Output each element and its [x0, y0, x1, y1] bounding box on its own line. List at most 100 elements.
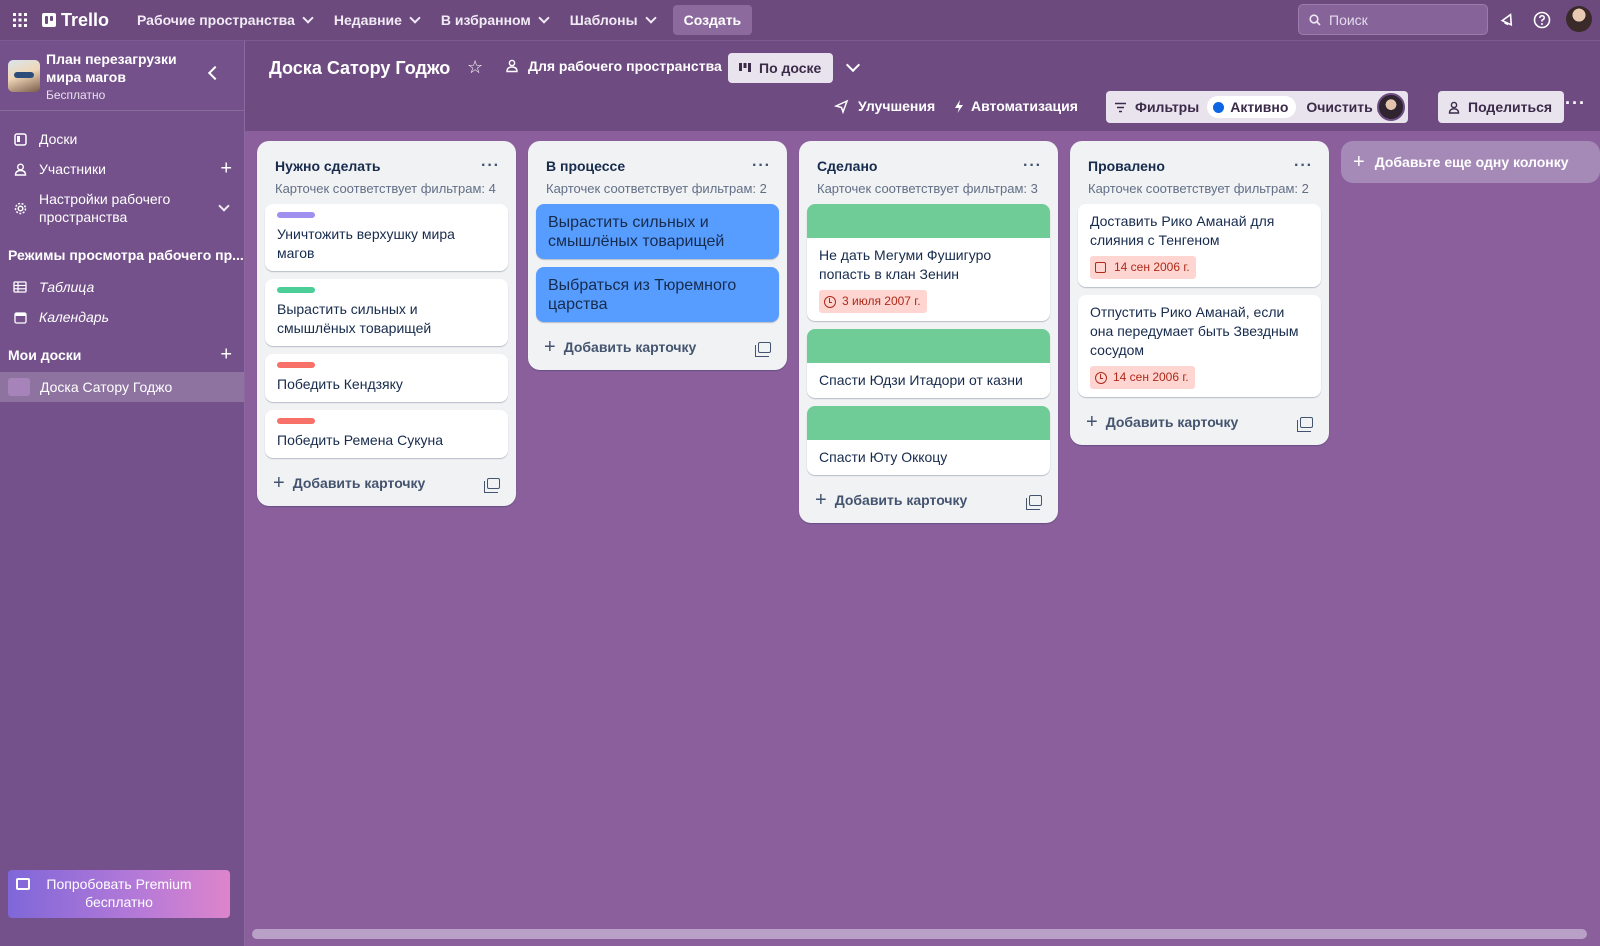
chevron-down-icon[interactable]	[845, 57, 861, 73]
due-date-badge[interactable]: 14 сен 2006 г.	[1090, 256, 1196, 279]
nav-recent[interactable]: Недавние	[324, 6, 429, 34]
card-template-icon[interactable]	[1297, 416, 1313, 432]
board-title[interactable]: Доска Сатору Годжо	[269, 58, 450, 79]
account-avatar[interactable]	[1566, 6, 1592, 32]
list-title[interactable]: Провалено	[1088, 158, 1165, 174]
card[interactable]: Победить Кендзяку	[265, 354, 508, 402]
list-menu-icon[interactable]: ···	[481, 157, 500, 175]
board-view-button[interactable]: По доске	[728, 53, 834, 83]
card[interactable]: Вырастить сильных и смышлёных товарищей	[536, 204, 779, 259]
collapse-sidebar-icon[interactable]	[207, 65, 223, 81]
card[interactable]: Спасти Юдзи Итадори от казни	[807, 329, 1050, 398]
card-title: Выбраться из Тюремного царства	[548, 277, 737, 313]
automation-button[interactable]: Автоматизация	[953, 91, 1078, 121]
list-title[interactable]: В процессе	[546, 158, 625, 174]
list-title[interactable]: Нужно сделать	[275, 158, 381, 174]
people-icon	[506, 59, 518, 73]
active-filter-badge[interactable]: Активно	[1207, 96, 1297, 118]
due-date-badge[interactable]: 14 сен 2006 г.	[1090, 366, 1195, 389]
sidebar-item-members[interactable]: Участники +	[0, 154, 244, 184]
trello-logo[interactable]: Trello	[42, 10, 109, 31]
list-header: Провалено ···	[1078, 149, 1321, 177]
board-view-label: По доске	[759, 60, 822, 76]
card[interactable]: Выбраться из Тюремного царства	[536, 267, 779, 322]
powerups-button[interactable]: Улучшения	[834, 91, 935, 121]
list-menu-icon[interactable]: ···	[752, 157, 771, 175]
card[interactable]: Вырастить сильных и смышлёных товарищей	[265, 279, 508, 346]
card[interactable]: Доставить Рико Аманай для слияния с Тенг…	[1078, 204, 1321, 287]
add-card-button[interactable]: + Добавить карточку	[544, 336, 696, 359]
chevron-down-icon	[302, 12, 314, 24]
trello-logo-text: Trello	[61, 9, 110, 30]
list-filter-count: Карточек соответствует фильтрам: 4	[275, 181, 496, 196]
add-card-button[interactable]: + Добавить карточку	[1086, 411, 1238, 434]
sidebar-item-calendar[interactable]: Календарь	[0, 302, 244, 332]
board-color-swatch	[8, 378, 30, 396]
add-card-button[interactable]: + Добавить карточку	[273, 472, 425, 495]
nav-recent-label: Недавние	[333, 12, 402, 28]
nav-starred[interactable]: В избранном	[431, 6, 558, 34]
add-member-icon[interactable]: +	[220, 158, 232, 181]
chevron-down-icon[interactable]	[218, 200, 230, 212]
add-list-button[interactable]: + Добавьте еще одну колонку	[1341, 141, 1600, 183]
card-label[interactable]	[277, 212, 315, 218]
card-template-icon[interactable]	[484, 477, 500, 493]
add-card-row: + Добавить карточку	[536, 330, 779, 362]
card[interactable]: Спасти Юту Оккоцу	[807, 406, 1050, 475]
gear-icon	[12, 202, 28, 215]
board-menu-icon[interactable]: ···	[1565, 93, 1586, 114]
star-icon[interactable]: ☆	[467, 57, 483, 78]
due-date-badge[interactable]: 3 июля 2007 г.	[819, 290, 927, 313]
card-label[interactable]	[277, 418, 315, 424]
filters-button[interactable]: Фильтры	[1114, 99, 1199, 115]
horizontal-scrollbar[interactable]	[252, 929, 1587, 939]
notifications-icon[interactable]	[1496, 8, 1520, 32]
clock-icon	[1095, 371, 1107, 384]
person-icon	[12, 163, 28, 176]
nav-workspaces-label: Рабочие пространства	[137, 12, 295, 28]
card[interactable]: Не дать Мегуми Фушигуро попасть в клан З…	[807, 204, 1050, 321]
list-menu-icon[interactable]: ···	[1023, 157, 1042, 175]
create-button[interactable]: Создать	[672, 5, 753, 35]
sidebar-item-workspace-settings[interactable]: Настройки рабочего пространства	[0, 184, 244, 232]
sidebar-item-boards[interactable]: Доски	[0, 124, 244, 154]
list-header: В процессе ···	[536, 149, 779, 177]
card[interactable]: Отпустить Рико Аманай, если она передума…	[1078, 295, 1321, 397]
card-template-icon[interactable]	[1026, 494, 1042, 510]
search-box[interactable]	[1298, 4, 1488, 35]
list-title[interactable]: Сделано	[817, 158, 877, 174]
lightning-icon	[955, 99, 963, 113]
workspace-title[interactable]: План перезагрузки мира магов	[46, 50, 196, 86]
try-premium-button[interactable]: Попробовать Premium бесплатно	[8, 870, 230, 918]
powerups-label: Улучшения	[858, 98, 936, 114]
app-switcher-icon[interactable]	[10, 10, 30, 30]
search-input[interactable]	[1329, 11, 1479, 28]
rocket-icon	[834, 99, 849, 114]
add-card-button[interactable]: + Добавить карточку	[815, 489, 967, 512]
list-filter-count: Карточек соответствует фильтрам: 2	[1088, 181, 1309, 196]
chevron-down-icon	[538, 12, 550, 24]
card-title: Спасти Юту Оккоцу	[819, 449, 948, 465]
sidebar-board-item[interactable]: Доска Сатору Годжо	[0, 372, 244, 402]
visibility-button[interactable]: Для рабочего пространства	[505, 58, 722, 74]
card-title: Победить Ремена Сукуна	[277, 432, 444, 448]
member-avatar[interactable]	[1377, 93, 1405, 121]
due-date-label: 3 июля 2007 г.	[842, 294, 921, 308]
share-button[interactable]: Поделиться	[1438, 91, 1565, 123]
plus-icon: +	[1086, 410, 1098, 433]
nav-templates[interactable]: Шаблоны	[560, 6, 665, 34]
sidebar-item-label: Доски	[39, 131, 78, 147]
card-template-icon[interactable]	[755, 341, 771, 357]
card[interactable]: Уничтожить верхушку мира магов	[265, 204, 508, 271]
add-card-label: Добавить карточку	[834, 492, 968, 508]
card-label[interactable]	[277, 362, 315, 368]
workspace-views-header: Режимы просмотра рабочего пр...	[8, 247, 244, 263]
sidebar-item-table[interactable]: Таблица	[0, 272, 244, 302]
board-icon	[12, 132, 28, 146]
nav-workspaces[interactable]: Рабочие пространства	[127, 6, 322, 34]
card[interactable]: Победить Ремена Сукуна	[265, 410, 508, 458]
help-icon[interactable]	[1530, 8, 1554, 32]
card-label[interactable]	[277, 287, 315, 293]
list-menu-icon[interactable]: ···	[1294, 157, 1313, 175]
add-board-icon[interactable]: +	[220, 344, 232, 367]
